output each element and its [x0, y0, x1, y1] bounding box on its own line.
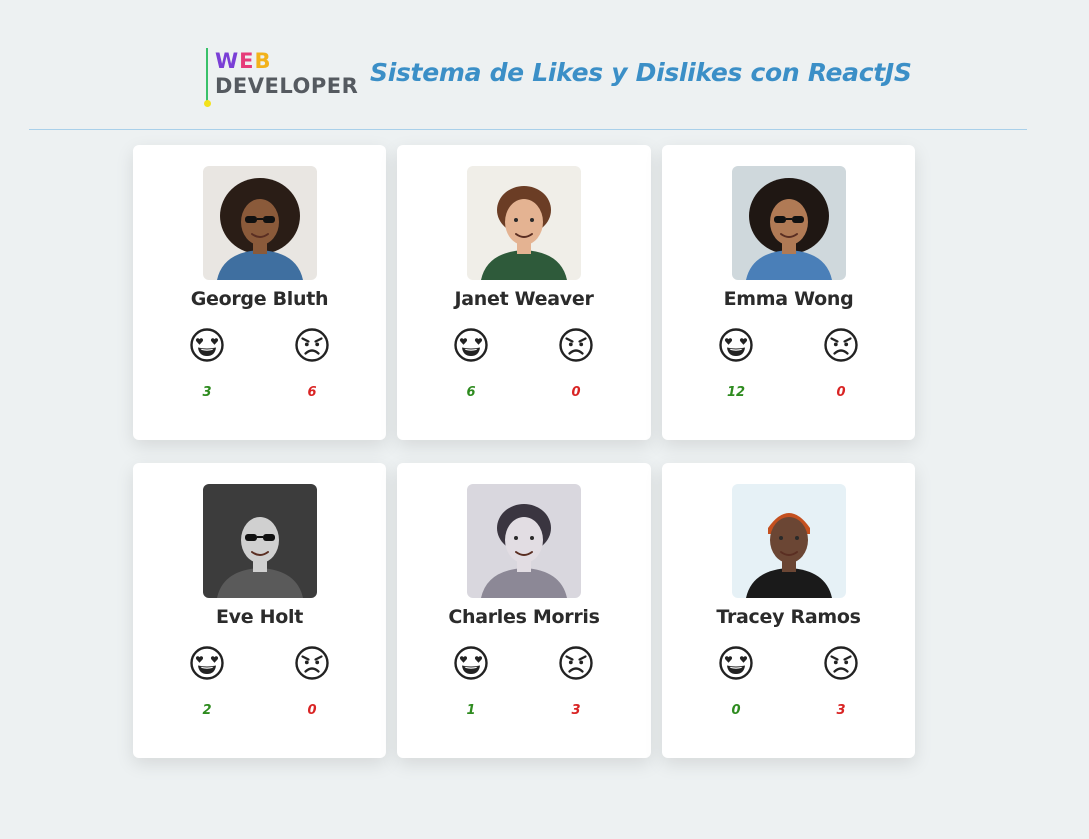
- user-name: Eve Holt: [215, 606, 303, 628]
- dislike-button[interactable]: [823, 645, 859, 681]
- user-card: Tracey Ramos 0 3: [662, 463, 915, 758]
- dislike-count: 6: [307, 385, 317, 400]
- header-divider: [29, 129, 1027, 130]
- angry-face-icon: [824, 646, 858, 680]
- heart-eyes-face-icon: [454, 646, 488, 680]
- logo-web-word: WEB: [215, 51, 272, 72]
- dislike-count: 0: [571, 385, 581, 400]
- web-developer-logo: WEB DEVELOPER: [203, 46, 359, 110]
- like-count: 6: [466, 385, 476, 400]
- avatar: [467, 166, 581, 280]
- user-name: George Bluth: [190, 288, 329, 310]
- logo-letter-e: E: [239, 49, 255, 73]
- like-button[interactable]: [189, 645, 225, 681]
- user-name: Tracey Ramos: [716, 606, 861, 628]
- user-name: Charles Morris: [448, 606, 600, 628]
- heart-eyes-face-icon: [454, 328, 488, 362]
- dislike-button[interactable]: [558, 645, 594, 681]
- avatar: [203, 484, 317, 598]
- user-card: Janet Weaver 6 0: [397, 145, 651, 440]
- header: WEB DEVELOPER Sistema de Likes y Dislike…: [0, 0, 1089, 130]
- dislike-count: 0: [307, 703, 317, 718]
- avatar: [467, 484, 581, 598]
- like-count: 2: [202, 703, 212, 718]
- user-card: Eve Holt 2 0: [133, 463, 386, 758]
- heart-eyes-face-icon: [190, 646, 224, 680]
- logo-letter-w: W: [215, 49, 240, 73]
- dislike-count: 3: [571, 703, 581, 718]
- avatar: [732, 166, 846, 280]
- heart-eyes-face-icon: [719, 328, 753, 362]
- user-name: Emma Wong: [723, 288, 854, 310]
- page-title: Sistema de Likes y Dislikes con ReactJS: [370, 58, 912, 87]
- like-button[interactable]: [718, 327, 754, 363]
- user-card: Charles Morris 1 3: [397, 463, 651, 758]
- logo-developer-word: DEVELOPER: [215, 74, 359, 98]
- dislike-count: 0: [836, 385, 846, 400]
- dislike-button[interactable]: [294, 645, 330, 681]
- dislike-button[interactable]: [294, 327, 330, 363]
- like-count: 3: [202, 385, 212, 400]
- avatar: [732, 484, 846, 598]
- dislike-button[interactable]: [823, 327, 859, 363]
- like-button[interactable]: [453, 645, 489, 681]
- avatar: [203, 166, 317, 280]
- angry-face-icon: [295, 646, 329, 680]
- user-card: Emma Wong 12 0: [662, 145, 915, 440]
- like-count: 0: [731, 703, 741, 718]
- angry-face-icon: [824, 328, 858, 362]
- like-button[interactable]: [453, 327, 489, 363]
- dislike-button[interactable]: [558, 327, 594, 363]
- heart-eyes-face-icon: [190, 328, 224, 362]
- user-name: Janet Weaver: [454, 288, 594, 310]
- dislike-count: 3: [836, 703, 846, 718]
- angry-face-icon: [295, 328, 329, 362]
- like-button[interactable]: [718, 645, 754, 681]
- like-count: 12: [726, 385, 746, 400]
- user-card: George Bluth 3 6: [133, 145, 386, 440]
- like-count: 1: [466, 703, 476, 718]
- logo-bar: [206, 48, 208, 102]
- like-button[interactable]: [189, 327, 225, 363]
- angry-face-icon: [559, 328, 593, 362]
- logo-dot: [204, 100, 211, 107]
- logo-letter-b: B: [254, 49, 272, 73]
- heart-eyes-face-icon: [719, 646, 753, 680]
- angry-face-icon: [559, 646, 593, 680]
- user-card-grid: George Bluth 3 6 Janet Weaver 6 0 Emma W…: [133, 145, 915, 758]
